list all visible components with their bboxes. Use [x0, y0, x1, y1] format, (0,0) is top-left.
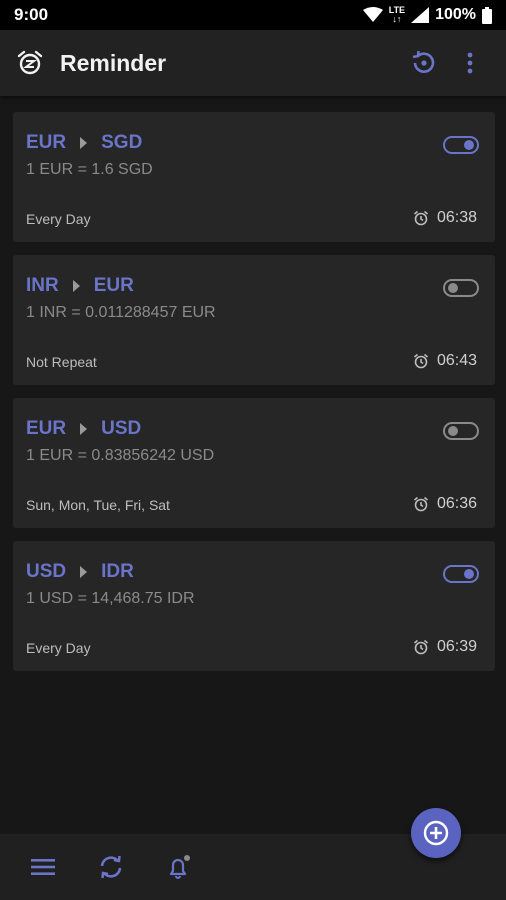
status-time: 9:00 [14, 5, 49, 24]
reminder-toggle[interactable] [443, 422, 479, 440]
arrow-right-icon [72, 280, 80, 292]
sync-button[interactable] [92, 848, 130, 886]
alarm-time: 06:36 [413, 495, 477, 513]
alarm-time-text: 06:38 [436, 209, 477, 226]
lte-indicator: LTE ↓↑ [388, 5, 406, 24]
from-currency: EUR [26, 132, 67, 153]
alarm-icon [413, 210, 428, 226]
to-currency: USD [101, 418, 142, 439]
history-button[interactable] [404, 43, 444, 83]
add-reminder-button[interactable] [411, 808, 461, 858]
reminder-toggle[interactable] [443, 136, 479, 154]
exchange-rate: 1 EUR = 0.83856242 USD [26, 447, 215, 464]
reminder-card[interactable]: EUR SGD 1 EUR = 1.6 SGD Every Day 06:38 [13, 112, 495, 242]
wifi-icon [362, 7, 383, 22]
status-icons: LTE ↓↑ 100% [362, 5, 492, 24]
repeat-schedule: Every Day [26, 211, 91, 227]
to-currency: SGD [101, 132, 143, 153]
page-title: Reminder [60, 49, 167, 76]
reminder-toggle[interactable] [443, 279, 479, 297]
arrow-right-icon [80, 137, 88, 149]
currency-pair: EUR USD [26, 418, 141, 440]
alarm-clock-icon [17, 50, 43, 75]
alarm-icon [413, 353, 428, 369]
add-circle-icon [423, 820, 449, 846]
exchange-rate: 1 USD = 14,468.75 IDR [26, 590, 195, 607]
exchange-rate: 1 INR = 0.011288457 EUR [26, 304, 216, 321]
reminder-list: EUR SGD 1 EUR = 1.6 SGD Every Day 06:38 … [13, 112, 495, 684]
from-currency: EUR [26, 418, 67, 439]
bell-icon [169, 855, 190, 879]
signal-icon [411, 7, 430, 23]
status-bar: 9:00 LTE ↓↑ 100% [0, 0, 506, 30]
menu-icon [31, 859, 55, 875]
to-currency: IDR [101, 561, 134, 582]
alarm-time: 06:38 [413, 209, 477, 227]
alarm-time: 06:43 [413, 352, 477, 370]
alarm-time-text: 06:43 [436, 352, 477, 369]
sync-icon [100, 855, 122, 879]
alarm-icon [413, 496, 428, 512]
reminder-card[interactable]: EUR USD 1 EUR = 0.83856242 USD Sun, Mon,… [13, 398, 495, 528]
currency-pair: USD IDR [26, 561, 134, 583]
currency-pair: INR EUR [26, 275, 134, 297]
to-currency: EUR [93, 275, 134, 296]
repeat-schedule: Every Day [26, 640, 91, 656]
arrow-right-icon [80, 423, 88, 435]
arrow-right-icon [80, 566, 88, 578]
notifications-button[interactable] [160, 848, 198, 886]
exchange-rate: 1 EUR = 1.6 SGD [26, 161, 153, 178]
from-currency: INR [26, 275, 59, 296]
repeat-schedule: Sun, Mon, Tue, Fri, Sat [26, 497, 170, 513]
more-options-button[interactable] [450, 43, 490, 83]
currency-pair: EUR SGD [26, 132, 142, 154]
battery-percent: 100% [435, 6, 476, 23]
battery-icon [482, 6, 492, 24]
alarm-time-text: 06:39 [436, 638, 477, 655]
more-vert-icon [467, 52, 473, 74]
app-bar: Reminder [0, 30, 506, 96]
alarm-icon [413, 639, 428, 655]
history-icon [412, 50, 435, 73]
repeat-schedule: Not Repeat [26, 354, 97, 370]
reminder-toggle[interactable] [443, 565, 479, 583]
alarm-time-text: 06:36 [436, 495, 477, 512]
alarm-time: 06:39 [413, 638, 477, 656]
menu-button[interactable] [24, 848, 62, 886]
from-currency: USD [26, 561, 67, 582]
reminder-card[interactable]: INR EUR 1 INR = 0.011288457 EUR Not Repe… [13, 255, 495, 385]
reminder-card[interactable]: USD IDR 1 USD = 14,468.75 IDR Every Day … [13, 541, 495, 671]
